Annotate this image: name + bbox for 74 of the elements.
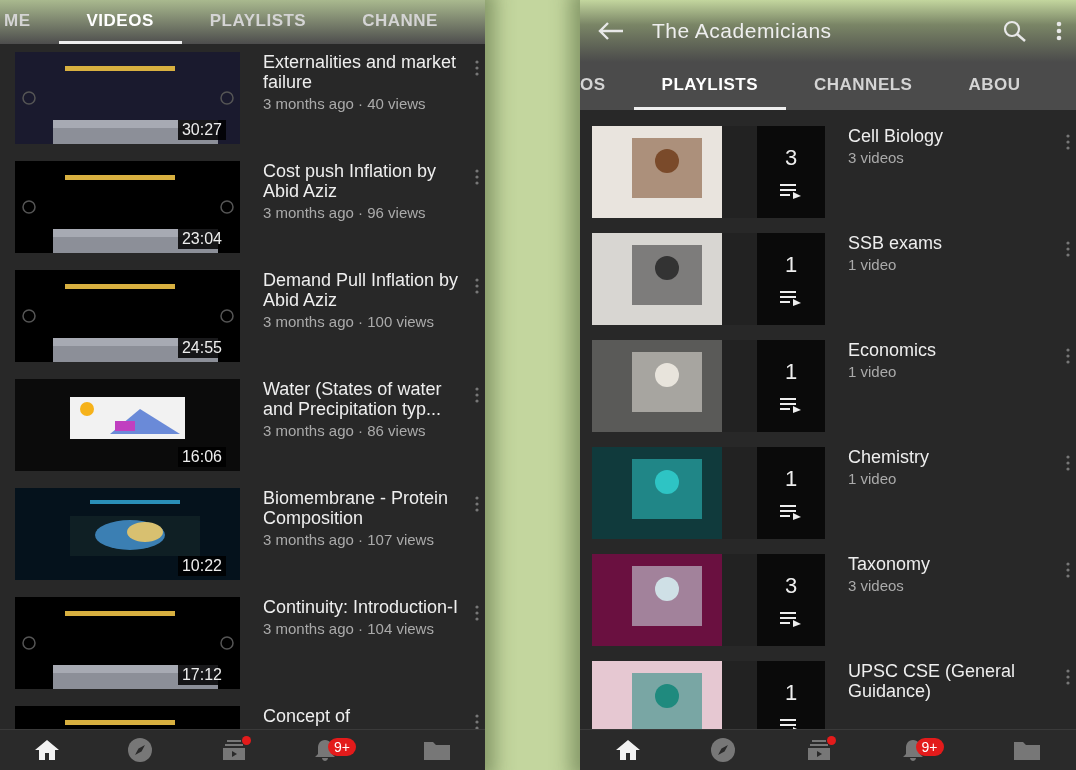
video-metadata: 3 months ago · 100 views xyxy=(263,313,435,330)
channel-tab[interactable]: VIDEOS xyxy=(58,0,182,44)
video-metadata: 3 months ago · 104 views xyxy=(263,620,435,637)
playlist-icon xyxy=(780,504,802,520)
more-options-icon[interactable] xyxy=(475,714,479,729)
playlist-count-label: 1 video xyxy=(848,363,898,380)
playlist-title[interactable]: Taxonomy xyxy=(848,554,1018,574)
playlist-title[interactable]: UPSC CSE (General Guidance) xyxy=(848,661,1018,701)
video-duration: 30:27 xyxy=(177,120,226,140)
subscriptions-icon xyxy=(806,739,832,761)
compass-icon xyxy=(127,737,154,763)
video-metadata: 3 months ago · 86 views xyxy=(263,422,427,439)
playlist-video-count: 3 xyxy=(784,145,798,171)
playlist-video-count: 1 xyxy=(784,359,798,385)
home-icon xyxy=(33,739,60,761)
more-options-icon[interactable] xyxy=(1066,455,1070,471)
more-options-icon[interactable] xyxy=(1066,241,1070,257)
more-options-icon[interactable] xyxy=(475,605,479,621)
channel-title: The Academicians xyxy=(652,19,833,43)
more-options-icon[interactable] xyxy=(1056,21,1062,41)
playlist-icon xyxy=(780,183,802,199)
video-title[interactable]: Cost push Inflation by Abid Aziz xyxy=(263,161,463,201)
video-title[interactable]: Demand Pull Inflation by Abid Aziz xyxy=(263,270,463,310)
playlist-icon xyxy=(780,290,802,306)
video-title[interactable]: Externalities and market failure xyxy=(263,52,463,92)
notifications-tab[interactable]: 9+ xyxy=(307,736,362,764)
more-options-icon[interactable] xyxy=(1066,134,1070,150)
notifications-tab[interactable]: 9+ xyxy=(895,736,950,764)
bell-icon xyxy=(901,738,924,762)
playlist-title[interactable]: Chemistry xyxy=(848,447,1018,467)
subscriptions-icon xyxy=(220,739,247,761)
home-icon xyxy=(614,739,641,761)
back-arrow-icon[interactable] xyxy=(598,22,624,40)
playlist-icon xyxy=(780,611,802,627)
playlist-icon xyxy=(780,397,802,413)
playlist-count-label: 3 videos xyxy=(848,149,905,166)
bell-icon xyxy=(313,738,336,762)
playlist-video-count: 1 xyxy=(784,252,798,278)
more-options-icon[interactable] xyxy=(1066,669,1070,685)
more-options-icon[interactable] xyxy=(475,387,479,403)
playlist-title[interactable]: Economics xyxy=(848,340,1018,360)
playlist-count-label: 3 videos xyxy=(848,577,905,594)
video-title[interactable]: Water (States of water and Precipitation typ... xyxy=(263,379,463,419)
video-title[interactable]: Continuity: Introduction-I xyxy=(263,597,463,617)
playlist-video-count: 1 xyxy=(784,466,798,492)
folder-icon xyxy=(1013,739,1042,761)
folder-icon xyxy=(423,739,452,761)
channel-tab[interactable]: PLAYLISTS xyxy=(633,62,786,110)
search-icon[interactable] xyxy=(1002,20,1028,42)
video-duration: 10:22 xyxy=(177,556,226,576)
video-metadata: 3 months ago · 107 views xyxy=(263,531,435,548)
video-duration: 16:06 xyxy=(177,447,226,467)
video-metadata: 3 months ago · 96 views xyxy=(263,204,427,221)
notification-count: 9+ xyxy=(327,738,356,756)
more-options-icon[interactable] xyxy=(475,169,479,185)
more-options-icon[interactable] xyxy=(475,496,479,512)
playlist-video-count: 1 xyxy=(784,680,798,706)
video-title[interactable]: Concept of xyxy=(263,706,463,726)
more-options-icon[interactable] xyxy=(475,278,479,294)
playlist-title[interactable]: SSB exams xyxy=(848,233,1018,253)
playlist-count-label: 1 video xyxy=(848,256,898,273)
video-metadata: 3 months ago · 40 views xyxy=(263,95,427,112)
playlist-count-label: 1 video xyxy=(848,470,898,487)
playlist-video-count: 3 xyxy=(784,573,798,599)
compass-icon xyxy=(710,737,737,763)
notification-count: 9+ xyxy=(915,738,944,756)
channel-tab[interactable]: ABOU xyxy=(940,62,1049,110)
playlist-title[interactable]: Cell Biology xyxy=(848,126,1018,146)
channel-tab[interactable]: CHANNELS xyxy=(786,62,941,110)
more-options-icon[interactable] xyxy=(1066,562,1070,578)
more-options-icon[interactable] xyxy=(1066,348,1070,364)
video-title[interactable]: Biomembrane - Protein Composition xyxy=(263,488,463,528)
channel-tab[interactable]: OS xyxy=(580,62,634,110)
more-options-icon[interactable] xyxy=(475,60,479,76)
